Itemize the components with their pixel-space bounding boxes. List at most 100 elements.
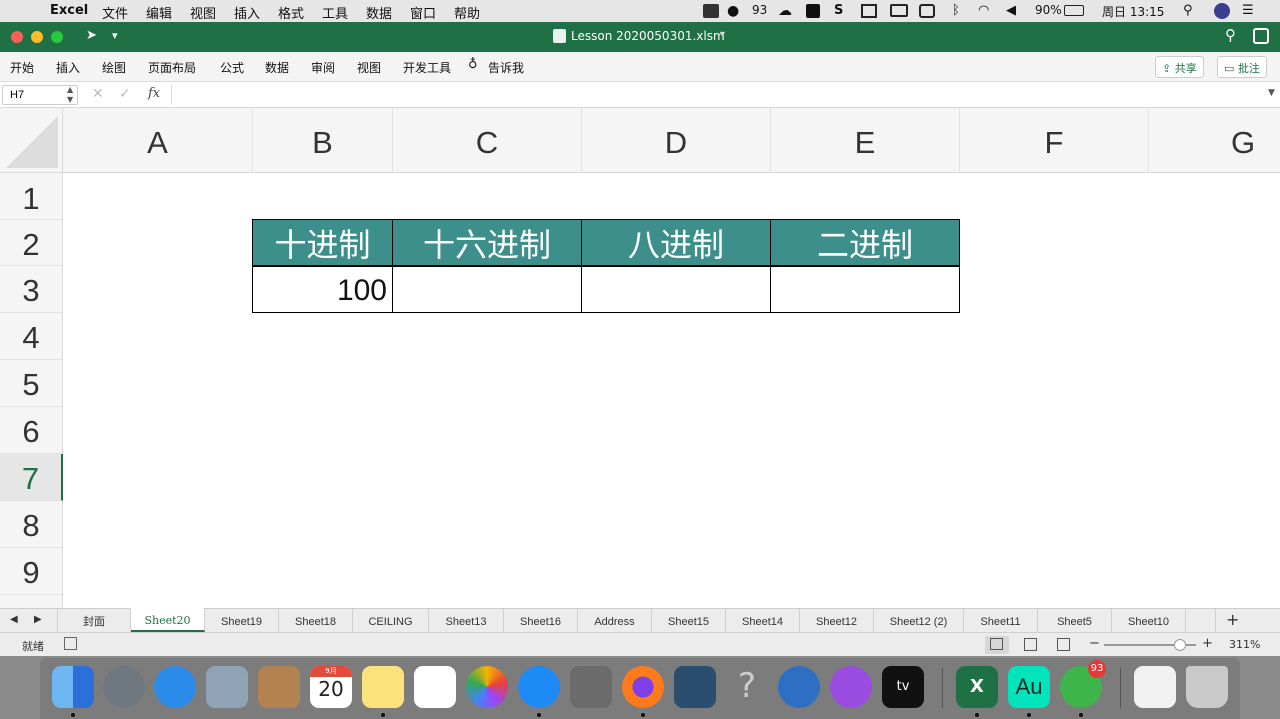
app-c-icon[interactable] (806, 4, 820, 18)
table-header-hex[interactable]: 十六进制 (392, 219, 582, 266)
column-header-e[interactable]: E (771, 108, 960, 173)
table-header-binary[interactable]: 二进制 (770, 219, 960, 266)
cancel-formula-icon[interactable]: ✕ (92, 86, 104, 102)
column-header-c[interactable]: C (393, 108, 582, 173)
menu-edit[interactable]: 编辑 (146, 3, 172, 22)
column-header-f[interactable]: F (960, 108, 1149, 173)
menu-tools[interactable]: 工具 (322, 3, 348, 22)
row-header-5[interactable]: 5 (0, 360, 63, 407)
bluetooth-icon[interactable]: ᛒ (952, 3, 960, 18)
row-header-7[interactable]: 7 (0, 454, 63, 501)
sheet-tab[interactable]: Sheet16 (504, 609, 578, 632)
volume-icon[interactable]: ◀ (1006, 3, 1016, 18)
sheet-tab[interactable]: CEILING (353, 609, 429, 632)
grid-app-icon[interactable] (861, 4, 877, 18)
menu-window[interactable]: 窗口 (410, 3, 436, 22)
search-icon[interactable]: ⚲ (1225, 26, 1236, 44)
zoom-level[interactable]: 311% (1229, 638, 1260, 651)
siri-icon[interactable] (1214, 3, 1230, 19)
row-header-4[interactable]: 4 (0, 313, 63, 360)
row-header-10[interactable] (0, 595, 63, 608)
app-store-icon[interactable] (518, 666, 560, 708)
name-box-stepper-icon[interactable]: ▲ ▼ (67, 85, 73, 105)
sheet-tab[interactable]: 封面 (57, 609, 131, 632)
sheet-tab-active[interactable]: Sheet20 (131, 608, 205, 632)
sheet-tab[interactable]: Sheet5 (1038, 609, 1112, 632)
table-header-decimal[interactable]: 十进制 (252, 219, 393, 266)
customize-toolbar-icon[interactable]: ▾ (112, 29, 118, 42)
tab-home[interactable]: 开始 (10, 59, 34, 76)
cloud-icon[interactable]: ☁ (778, 3, 792, 19)
system-preferences-icon[interactable] (570, 666, 612, 708)
sheet-tab[interactable]: Address (578, 609, 652, 632)
safari-icon[interactable] (154, 666, 196, 708)
status-menu-icon[interactable] (703, 4, 719, 18)
tab-draw[interactable]: 绘图 (102, 59, 126, 76)
tab-review[interactable]: 审阅 (311, 59, 335, 76)
scroll-tabs-right-icon[interactable]: ▶ (34, 614, 42, 625)
battery-icon[interactable] (1064, 5, 1084, 16)
column-header-g[interactable]: G (1149, 108, 1280, 173)
minimize-window-button[interactable] (31, 31, 43, 43)
sheet-tab[interactable]: Sheet11 (964, 609, 1038, 632)
worksheet-grid[interactable]: A B C D E F G 1 2 3 4 5 6 7 8 9 十进制 十六进制… (0, 108, 1280, 608)
airplay-icon[interactable] (890, 4, 908, 17)
contacts-icon[interactable] (258, 666, 300, 708)
add-sheet-button[interactable]: + (1226, 610, 1239, 629)
title-chevron-icon[interactable]: ▾ (720, 29, 725, 40)
app-s-icon[interactable]: S (834, 3, 843, 18)
podcasts-icon[interactable] (830, 666, 872, 708)
sheet-tab[interactable]: Sheet18 (279, 609, 353, 632)
app-s2-icon[interactable] (919, 4, 935, 18)
column-header-a[interactable]: A (63, 108, 253, 173)
menu-file[interactable]: 文件 (102, 3, 128, 22)
page-break-view-icon[interactable] (1057, 638, 1070, 651)
function-button[interactable]: fx (148, 86, 160, 101)
time-machine-icon[interactable] (778, 666, 820, 708)
menu-view[interactable]: 视图 (190, 3, 216, 22)
tell-me-box[interactable]: 告诉我 (488, 59, 524, 76)
documents-stack-icon[interactable] (1134, 666, 1176, 708)
trash-icon[interactable] (1186, 666, 1228, 708)
wechat-menu-icon[interactable]: ● (727, 3, 739, 19)
menu-app-name[interactable]: Excel (50, 3, 88, 18)
cell-c3[interactable] (392, 266, 582, 313)
row-header-8[interactable]: 8 (0, 501, 63, 548)
macro-record-icon[interactable] (64, 637, 77, 650)
column-header-d[interactable]: D (582, 108, 771, 173)
zoom-in-button[interactable]: + (1202, 636, 1213, 651)
menu-format[interactable]: 格式 (278, 3, 304, 22)
name-box[interactable]: H7 ▲ ▼ (2, 85, 78, 105)
confirm-formula-icon[interactable]: ✓ (119, 86, 131, 102)
menu-data[interactable]: 数据 (366, 3, 392, 22)
row-header-2[interactable]: 2 (0, 220, 63, 266)
sheet-tab[interactable]: Sheet12 (2) (874, 609, 964, 632)
launchpad-icon[interactable] (103, 666, 145, 708)
menu-help[interactable]: 帮助 (454, 3, 480, 22)
menu-insert[interactable]: 插入 (234, 3, 260, 22)
mysql-workbench-icon[interactable] (674, 666, 716, 708)
zoom-slider-thumb[interactable] (1174, 639, 1186, 651)
sheet-tab[interactable]: Sheet15 (652, 609, 726, 632)
reminders-icon[interactable] (414, 666, 456, 708)
cell-b3[interactable]: 100 (252, 266, 393, 313)
zoom-out-button[interactable]: − (1089, 636, 1100, 651)
zoom-window-button[interactable] (51, 31, 63, 43)
table-header-octal[interactable]: 八进制 (581, 219, 771, 266)
question-mark-icon[interactable]: ? (726, 666, 768, 708)
sheet-tab[interactable]: Sheet13 (429, 609, 504, 632)
tab-view[interactable]: 视图 (357, 59, 381, 76)
row-header-9[interactable]: 9 (0, 548, 63, 595)
page-layout-view-icon[interactable] (1024, 638, 1037, 651)
comments-button[interactable]: ▭ 批注 (1217, 56, 1267, 78)
expand-formula-icon[interactable]: ▼ (1268, 88, 1275, 98)
normal-view-button[interactable] (985, 636, 1009, 654)
tab-formulas[interactable]: 公式 (220, 59, 244, 76)
account-icon[interactable] (1253, 28, 1269, 44)
formula-input[interactable] (171, 85, 1265, 105)
spotlight-icon[interactable]: ⚲ (1183, 3, 1193, 18)
apple-tv-icon[interactable]: tv (882, 666, 924, 708)
notification-center-icon[interactable]: ☰ (1242, 3, 1254, 18)
excel-icon[interactable]: X (956, 666, 998, 708)
firefox-icon[interactable] (622, 666, 664, 708)
